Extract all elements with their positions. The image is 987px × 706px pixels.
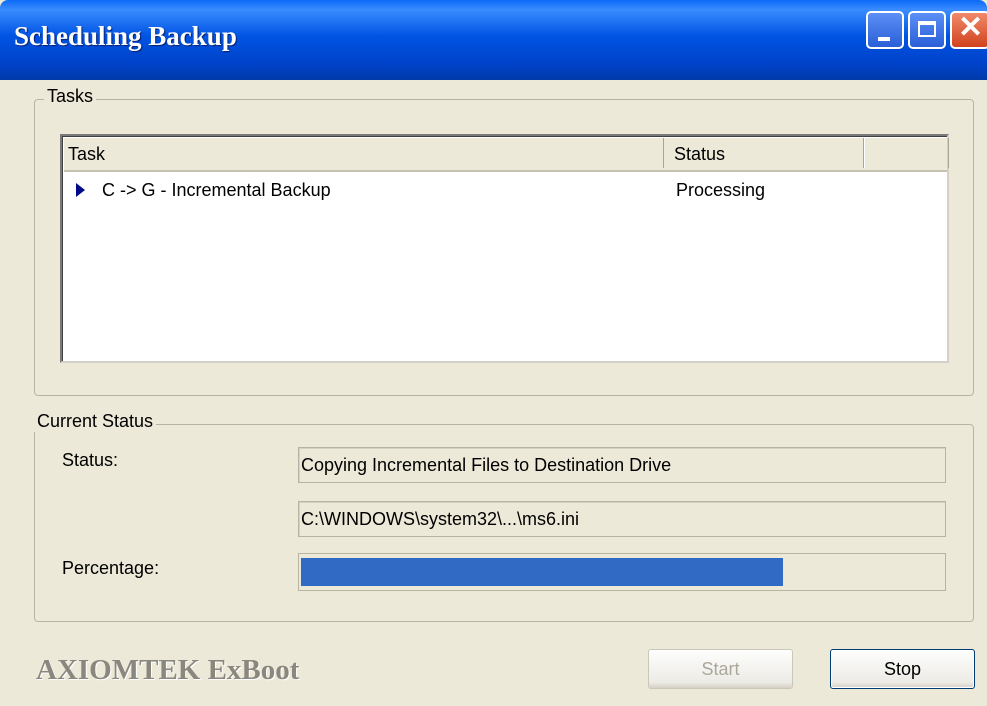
current-row-arrow-icon bbox=[76, 183, 85, 197]
status-label: Status: bbox=[62, 450, 119, 470]
column-header-task[interactable]: Task bbox=[64, 138, 664, 168]
column-header-empty[interactable] bbox=[864, 138, 949, 168]
minimize-button[interactable] bbox=[866, 11, 904, 49]
progress-bar-fill bbox=[301, 558, 783, 586]
task-list[interactable]: Task Status C -> G - Incremental Backup … bbox=[60, 134, 949, 363]
percentage-label: Percentage: bbox=[62, 558, 160, 578]
start-button[interactable]: Start bbox=[648, 649, 793, 689]
column-header-status[interactable]: Status bbox=[664, 138, 864, 168]
progress-bar bbox=[298, 553, 946, 591]
tasks-group-legend: Tasks bbox=[44, 86, 97, 107]
maximize-icon bbox=[918, 21, 936, 37]
table-row[interactable]: C -> G - Incremental Backup Processing bbox=[72, 180, 932, 204]
maximize-button[interactable] bbox=[908, 11, 946, 49]
task-status-cell: Processing bbox=[676, 180, 766, 200]
brand-logo-text: AXIOMTEK ExBoot bbox=[36, 654, 300, 686]
file-path-field: C:\WINDOWS\system32\...\ms6.ini bbox=[298, 501, 946, 537]
close-icon: ✕ bbox=[958, 11, 984, 44]
task-name-cell: C -> G - Incremental Backup bbox=[102, 180, 331, 200]
minimize-icon bbox=[878, 37, 890, 41]
status-text-field: Copying Incremental Files to Destination… bbox=[298, 447, 946, 483]
stop-button[interactable]: Stop bbox=[830, 649, 975, 689]
close-button[interactable]: ✕ bbox=[950, 11, 987, 49]
title-bar[interactable]: Scheduling Backup ✕ bbox=[0, 0, 987, 80]
task-list-header: Task Status bbox=[64, 138, 949, 172]
window-title: Scheduling Backup bbox=[14, 21, 237, 51]
current-status-legend: Current Status bbox=[34, 411, 157, 432]
